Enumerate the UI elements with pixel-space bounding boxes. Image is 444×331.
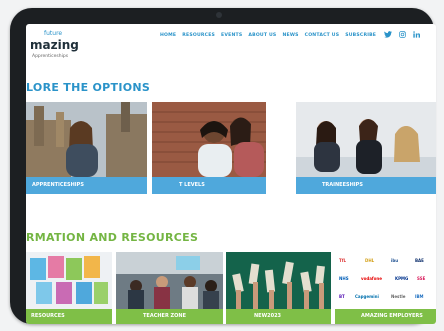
nav-events[interactable]: EVENTS xyxy=(221,33,242,38)
traineeships-label: TRAINEESHIPS xyxy=(296,177,436,194)
website-screen: future mazing Apprenticeships HOME RESOU… xyxy=(26,24,436,324)
logo-top-text: future xyxy=(44,30,63,37)
apprenticeships-card[interactable]: APPRENTICESHIPS xyxy=(26,102,147,194)
resources-label: RESOURCES xyxy=(26,309,112,324)
teacher-zone-card[interactable]: TEACHER ZONE xyxy=(116,252,223,324)
employer-logo: BT xyxy=(339,294,345,299)
nav-subscribe[interactable]: SUBSCRIBE xyxy=(345,33,376,38)
new2023-card[interactable]: NEW2023 xyxy=(226,252,331,324)
employer-logo: Nestle xyxy=(391,294,406,299)
employer-logo: Capgemini xyxy=(355,294,379,299)
new2023-label: NEW2023 xyxy=(226,309,331,324)
linkedin-icon[interactable] xyxy=(413,31,420,38)
employer-logo: ibu xyxy=(391,258,399,263)
traineeships-card[interactable]: TRAINEESHIPS xyxy=(296,102,436,194)
teacher-zone-photo xyxy=(116,252,223,309)
camera-dot xyxy=(216,12,222,18)
nav-resources[interactable]: RESOURCES xyxy=(182,33,215,38)
amazing-employers-card[interactable]: TfL DHL ibu BAE NHS vodafone KPMG SSE BT… xyxy=(335,252,436,324)
employer-logo: vodafone xyxy=(361,276,382,281)
employer-logo: TfL xyxy=(339,258,347,263)
amazing-employers-label: AMAZING EMPLOYERS xyxy=(335,309,436,324)
twitter-icon[interactable] xyxy=(384,31,392,38)
employer-logo-grid: TfL DHL ibu BAE NHS vodafone KPMG SSE BT… xyxy=(335,252,436,309)
site-logo[interactable]: future mazing Apprenticeships xyxy=(30,30,90,62)
resources-card[interactable]: RESOURCES xyxy=(26,252,112,324)
nav-about-us[interactable]: ABOUT US xyxy=(248,33,276,38)
tablet-frame: future mazing Apprenticeships HOME RESOU… xyxy=(10,8,436,324)
employer-logo: NHS xyxy=(339,276,349,281)
apprenticeships-photo xyxy=(26,102,147,177)
nav-contact-us[interactable]: CONTACT US xyxy=(305,33,340,38)
employer-logo: IBM xyxy=(415,294,424,299)
employer-logo: KPMG xyxy=(395,276,409,281)
nav-news[interactable]: NEWS xyxy=(282,33,298,38)
employer-logo: BAE xyxy=(415,258,424,263)
logo-sub-text: Apprenticeships xyxy=(32,54,69,59)
teacher-zone-label: TEACHER ZONE xyxy=(116,309,223,324)
social-links xyxy=(384,31,420,38)
employer-logo: DHL xyxy=(365,258,375,263)
main-nav: HOME RESOURCES EVENTS ABOUT US NEWS CONT… xyxy=(160,33,376,38)
resources-title: RMATION AND RESOURCES xyxy=(26,231,199,244)
t-levels-label: T LEVELS xyxy=(152,177,266,194)
t-levels-card[interactable]: T LEVELS xyxy=(152,102,266,194)
resources-photo xyxy=(26,252,112,309)
apprenticeships-label: APPRENTICESHIPS xyxy=(26,177,147,194)
t-levels-photo xyxy=(152,102,266,177)
new2023-photo xyxy=(226,252,331,309)
instagram-icon[interactable] xyxy=(399,31,406,38)
employer-logo: SSE xyxy=(417,276,426,281)
logo-main-text: mazing xyxy=(30,38,79,52)
options-title: LORE THE OPTIONS xyxy=(26,81,151,94)
traineeships-photo xyxy=(296,102,436,177)
nav-home[interactable]: HOME xyxy=(160,33,176,38)
